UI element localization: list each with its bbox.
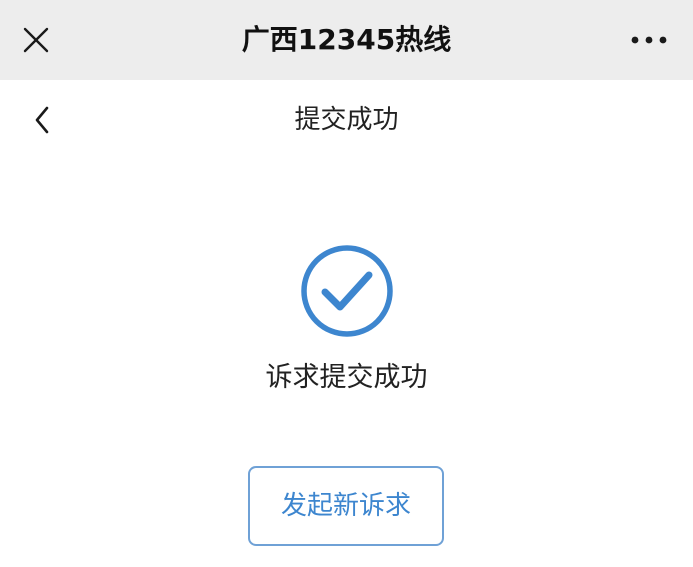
app-title: 广西12345热线 <box>241 23 452 56</box>
check-circle-icon <box>301 245 393 337</box>
close-button[interactable] <box>16 20 56 60</box>
more-horizontal-icon <box>631 36 667 44</box>
more-button[interactable] <box>621 20 677 60</box>
page-title: 提交成功 <box>294 105 399 135</box>
close-icon <box>23 27 49 53</box>
top-bar: 广西12345热线 <box>0 0 693 80</box>
success-message: 诉求提交成功 <box>265 362 428 393</box>
chevron-left-icon <box>35 106 49 134</box>
nav-bar: 提交成功 <box>0 80 693 160</box>
new-request-button[interactable]: 发起新诉求 <box>248 466 444 546</box>
back-button[interactable] <box>20 98 64 142</box>
